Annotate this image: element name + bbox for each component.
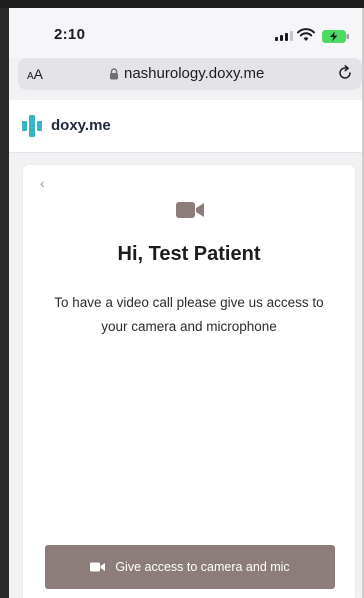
- text-size-button[interactable]: AA: [27, 66, 43, 82]
- video-camera-icon: [90, 562, 106, 572]
- give-access-button[interactable]: Give access to camera and mic: [45, 545, 335, 589]
- site-header: doxy.me: [9, 100, 362, 153]
- lock-icon: [110, 68, 118, 80]
- back-chevron-icon[interactable]: ‹: [40, 175, 45, 191]
- permission-card: ‹ Hi, Test Patient To have a video call …: [23, 165, 355, 598]
- url-text[interactable]: nashurology.doxy.me: [124, 65, 264, 82]
- status-bar: 2:10: [9, 8, 362, 58]
- doxy-logo-icon: [22, 115, 42, 137]
- cellular-signal-icon: [275, 31, 293, 41]
- wifi-icon: [297, 28, 315, 41]
- battery-charging-icon: [322, 30, 349, 43]
- logo-text: doxy.me: [51, 117, 111, 134]
- permission-description: To have a video call please give us acce…: [54, 295, 324, 334]
- device-top-edge: [0, 0, 364, 8]
- page-title: Hi, Test Patient: [117, 243, 261, 265]
- reload-icon[interactable]: [336, 64, 354, 82]
- address-bar[interactable]: AA nashurology.doxy.me: [18, 58, 362, 90]
- status-time: 2:10: [54, 26, 86, 43]
- give-access-button-label: Give access to camera and mic: [115, 560, 290, 574]
- device-left-edge: [0, 8, 9, 598]
- video-camera-icon: [176, 202, 204, 218]
